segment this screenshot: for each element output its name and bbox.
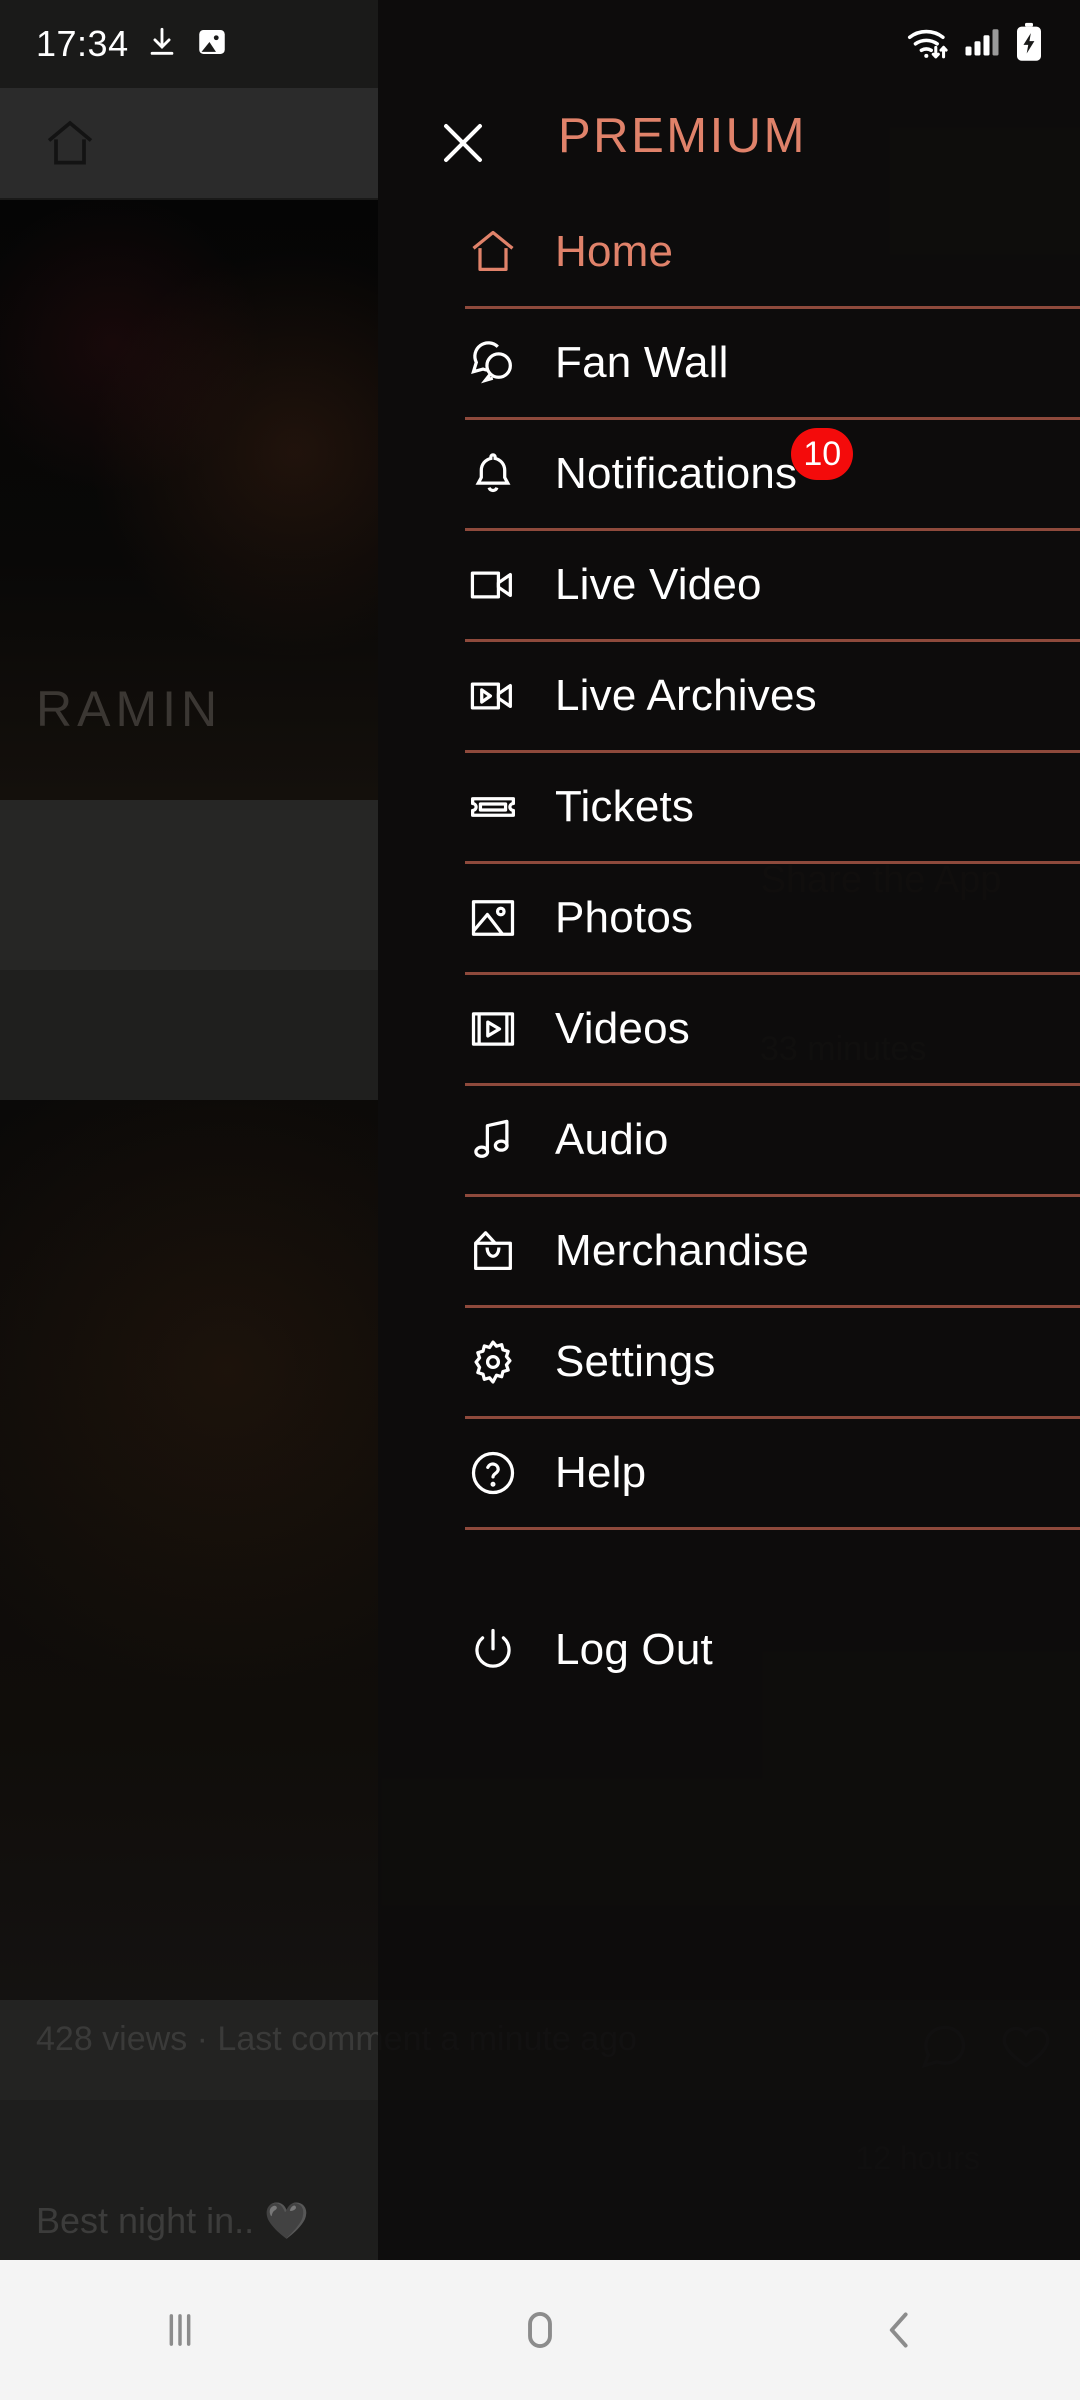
image-icon [195,25,229,64]
download-icon [145,25,179,64]
wifi-icon [906,23,950,66]
phone-screen: RAMIN Share the App 33 minutes 428 views… [0,0,1080,2400]
menu-item-live-video[interactable]: Live Video [378,531,1080,639]
music-note-icon [465,1112,521,1168]
menu-item-log-out[interactable]: Log Out [378,1596,1080,1704]
home-icon [42,116,98,172]
question-circle-icon [465,1445,521,1501]
menu-item-notifications[interactable]: Notifications 10 [378,420,1080,528]
menu-item-home[interactable]: Home [378,198,1080,306]
drawer-menu-list: Home Fan Wall Notifications 10 Live Vide… [378,198,1080,1704]
menu-item-label: Notifications [555,449,798,498]
battery-charging-icon [1014,22,1044,67]
background-strip-two [0,970,378,1100]
menu-item-videos[interactable]: Videos [378,975,1080,1083]
home-icon [465,224,521,280]
clock: 17:34 [36,23,129,64]
menu-item-label: Help [555,1448,647,1497]
menu-item-label: Live Video [555,560,762,609]
status-bar-left: 17:34 [36,23,229,65]
gear-icon [465,1334,521,1390]
status-bar: 17:34 [0,0,1080,88]
shopping-bag-icon [465,1223,521,1279]
home-button-icon[interactable] [360,2304,720,2356]
menu-item-audio[interactable]: Audio [378,1086,1080,1194]
photo-icon [465,890,521,946]
menu-item-label: Tickets [555,782,695,831]
video-archive-icon [465,668,521,724]
back-icon[interactable] [720,2304,1080,2356]
menu-item-tickets[interactable]: Tickets [378,753,1080,861]
drawer-title: PREMIUM [558,109,807,163]
menu-item-live-archives[interactable]: Live Archives [378,642,1080,750]
close-icon[interactable] [432,112,494,174]
menu-item-photos[interactable]: Photos [378,864,1080,972]
background-strip-one [0,800,378,970]
menu-item-label: Photos [555,893,694,942]
menu-item-label: Home [555,227,674,276]
menu-item-fan-wall[interactable]: Fan Wall [378,309,1080,417]
menu-item-label: Merchandise [555,1226,810,1275]
menu-divider [465,1527,1080,1530]
menu-item-help[interactable]: Help [378,1419,1080,1527]
background-app-bar [0,88,378,198]
power-icon [465,1622,521,1678]
signal-icon [964,24,1000,65]
menu-item-merchandise[interactable]: Merchandise [378,1197,1080,1305]
menu-item-label: Audio [555,1115,669,1164]
film-play-icon [465,1001,521,1057]
chat-bubbles-icon [465,335,521,391]
notification-badge: 10 [791,428,854,480]
menu-item-label: Fan Wall [555,338,729,387]
status-bar-right [906,22,1044,67]
post-caption: Best night in.. 🖤 [36,2200,309,2241]
navigation-drawer: PREMIUM Home Fan Wall Notifications 10 L… [378,0,1080,2260]
background-hero-image: RAMIN [0,200,378,800]
menu-item-label: Log Out [555,1625,713,1674]
recents-icon[interactable] [0,2304,360,2356]
background-photo-two [0,1100,378,2000]
menu-item-label: Videos [555,1004,690,1053]
menu-item-settings[interactable]: Settings [378,1308,1080,1416]
artist-name: RAMIN [36,681,223,737]
menu-item-label: Settings [555,1337,716,1386]
menu-item-label: Live Archives [555,671,817,720]
video-camera-icon [465,557,521,613]
ticket-icon [465,779,521,835]
system-nav-bar [0,2260,1080,2400]
bell-icon [465,446,521,502]
